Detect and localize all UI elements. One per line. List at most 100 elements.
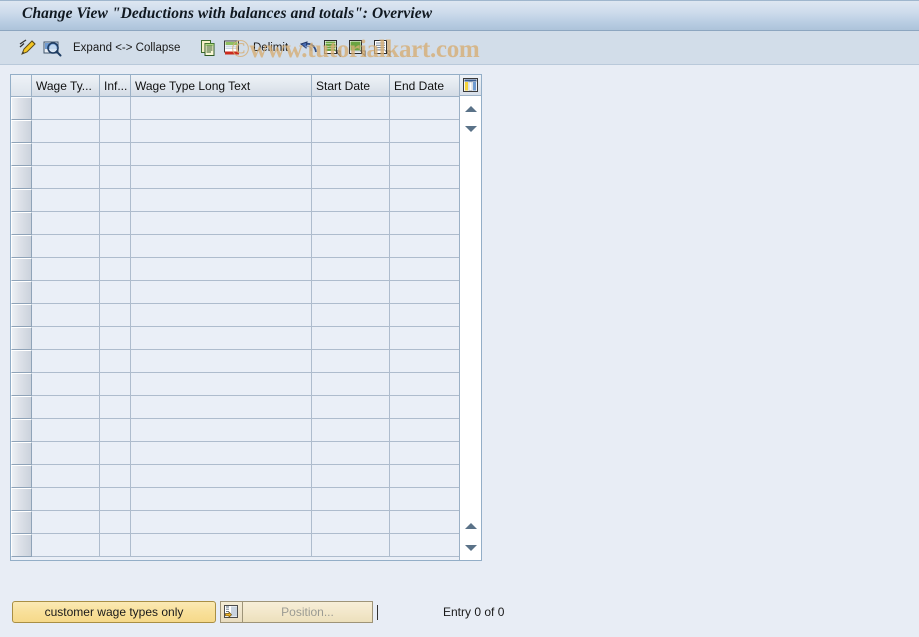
cell-wage-type[interactable] xyxy=(32,396,100,419)
select-all-button[interactable] xyxy=(323,37,341,59)
undo-button[interactable] xyxy=(299,37,319,59)
table-row[interactable] xyxy=(11,235,481,258)
cell-infotype[interactable] xyxy=(100,189,131,212)
row-selector-cell[interactable] xyxy=(11,304,32,327)
cell-long-text[interactable] xyxy=(131,442,312,465)
cell-end-date[interactable] xyxy=(390,212,461,235)
cell-wage-type[interactable] xyxy=(32,166,100,189)
table-row[interactable] xyxy=(11,396,481,419)
row-selector-cell[interactable] xyxy=(11,534,32,557)
cell-infotype[interactable] xyxy=(100,373,131,396)
row-selector-cell[interactable] xyxy=(11,120,32,143)
table-row[interactable] xyxy=(11,281,481,304)
deselect-all-button[interactable] xyxy=(373,37,391,59)
scroll-page-down-button[interactable] xyxy=(462,540,479,556)
cell-end-date[interactable] xyxy=(390,281,461,304)
column-header-infotype[interactable]: Inf... xyxy=(100,75,131,97)
row-selector-cell[interactable] xyxy=(11,511,32,534)
row-selector-cell[interactable] xyxy=(11,258,32,281)
cell-long-text[interactable] xyxy=(131,465,312,488)
copy-button[interactable] xyxy=(200,37,218,59)
cell-start-date[interactable] xyxy=(312,327,390,350)
table-row[interactable] xyxy=(11,511,481,534)
column-header-wage-type[interactable]: Wage Ty... xyxy=(32,75,100,97)
cell-end-date[interactable] xyxy=(390,304,461,327)
cell-end-date[interactable] xyxy=(390,327,461,350)
cell-infotype[interactable] xyxy=(100,120,131,143)
table-vertical-scrollbar[interactable] xyxy=(459,75,481,560)
table-row[interactable] xyxy=(11,143,481,166)
cell-infotype[interactable] xyxy=(100,396,131,419)
cell-long-text[interactable] xyxy=(131,488,312,511)
cell-infotype[interactable] xyxy=(100,212,131,235)
row-selector-cell[interactable] xyxy=(11,97,32,120)
row-selector-cell[interactable] xyxy=(11,143,32,166)
table-row[interactable] xyxy=(11,465,481,488)
row-selector-cell[interactable] xyxy=(11,166,32,189)
table-row[interactable] xyxy=(11,373,481,396)
cell-wage-type[interactable] xyxy=(32,189,100,212)
cell-long-text[interactable] xyxy=(131,189,312,212)
cell-end-date[interactable] xyxy=(390,534,461,557)
row-selector-cell[interactable] xyxy=(11,465,32,488)
cell-infotype[interactable] xyxy=(100,350,131,373)
cell-infotype[interactable] xyxy=(100,419,131,442)
column-header-long-text[interactable]: Wage Type Long Text xyxy=(131,75,312,97)
cell-start-date[interactable] xyxy=(312,166,390,189)
cell-end-date[interactable] xyxy=(390,120,461,143)
row-selector-cell[interactable] xyxy=(11,235,32,258)
column-header-start-date[interactable]: Start Date xyxy=(312,75,390,97)
cell-end-date[interactable] xyxy=(390,350,461,373)
cell-wage-type[interactable] xyxy=(32,511,100,534)
cell-end-date[interactable] xyxy=(390,511,461,534)
cell-long-text[interactable] xyxy=(131,396,312,419)
cell-end-date[interactable] xyxy=(390,465,461,488)
delete-row-button[interactable] xyxy=(223,37,241,59)
cell-wage-type[interactable] xyxy=(32,419,100,442)
cell-start-date[interactable] xyxy=(312,143,390,166)
cell-long-text[interactable] xyxy=(131,143,312,166)
cell-wage-type[interactable] xyxy=(32,327,100,350)
cell-end-date[interactable] xyxy=(390,97,461,120)
cell-start-date[interactable] xyxy=(312,212,390,235)
row-selector-cell[interactable] xyxy=(11,442,32,465)
cell-start-date[interactable] xyxy=(312,120,390,143)
cell-start-date[interactable] xyxy=(312,304,390,327)
row-selector-cell[interactable] xyxy=(11,373,32,396)
customer-wage-types-only-button[interactable]: customer wage types only xyxy=(12,601,216,623)
cell-start-date[interactable] xyxy=(312,235,390,258)
cell-start-date[interactable] xyxy=(312,258,390,281)
row-selector-cell[interactable] xyxy=(11,488,32,511)
cell-wage-type[interactable] xyxy=(32,442,100,465)
cell-start-date[interactable] xyxy=(312,534,390,557)
expand-collapse-button[interactable]: Expand <-> Collapse xyxy=(73,37,180,59)
cell-long-text[interactable] xyxy=(131,120,312,143)
cell-end-date[interactable] xyxy=(390,419,461,442)
scroll-page-up-button[interactable] xyxy=(462,518,479,534)
cell-wage-type[interactable] xyxy=(32,97,100,120)
table-row[interactable] xyxy=(11,97,481,120)
cell-long-text[interactable] xyxy=(131,373,312,396)
cell-infotype[interactable] xyxy=(100,488,131,511)
cell-long-text[interactable] xyxy=(131,97,312,120)
cell-wage-type[interactable] xyxy=(32,143,100,166)
cell-wage-type[interactable] xyxy=(32,350,100,373)
cell-start-date[interactable] xyxy=(312,396,390,419)
row-selector-cell[interactable] xyxy=(11,396,32,419)
table-row[interactable] xyxy=(11,442,481,465)
display-magnifier-icon[interactable] xyxy=(42,37,62,59)
cell-start-date[interactable] xyxy=(312,189,390,212)
cell-long-text[interactable] xyxy=(131,511,312,534)
cell-wage-type[interactable] xyxy=(32,465,100,488)
row-selector-cell[interactable] xyxy=(11,419,32,442)
row-selector-cell[interactable] xyxy=(11,189,32,212)
scroll-up-button[interactable] xyxy=(462,101,479,117)
row-selector-cell[interactable] xyxy=(11,350,32,373)
cell-infotype[interactable] xyxy=(100,166,131,189)
cell-infotype[interactable] xyxy=(100,465,131,488)
cell-end-date[interactable] xyxy=(390,396,461,419)
position-button[interactable]: Position... xyxy=(242,601,373,623)
row-selector-cell[interactable] xyxy=(11,281,32,304)
cell-infotype[interactable] xyxy=(100,534,131,557)
select-block-button[interactable] xyxy=(348,37,366,59)
